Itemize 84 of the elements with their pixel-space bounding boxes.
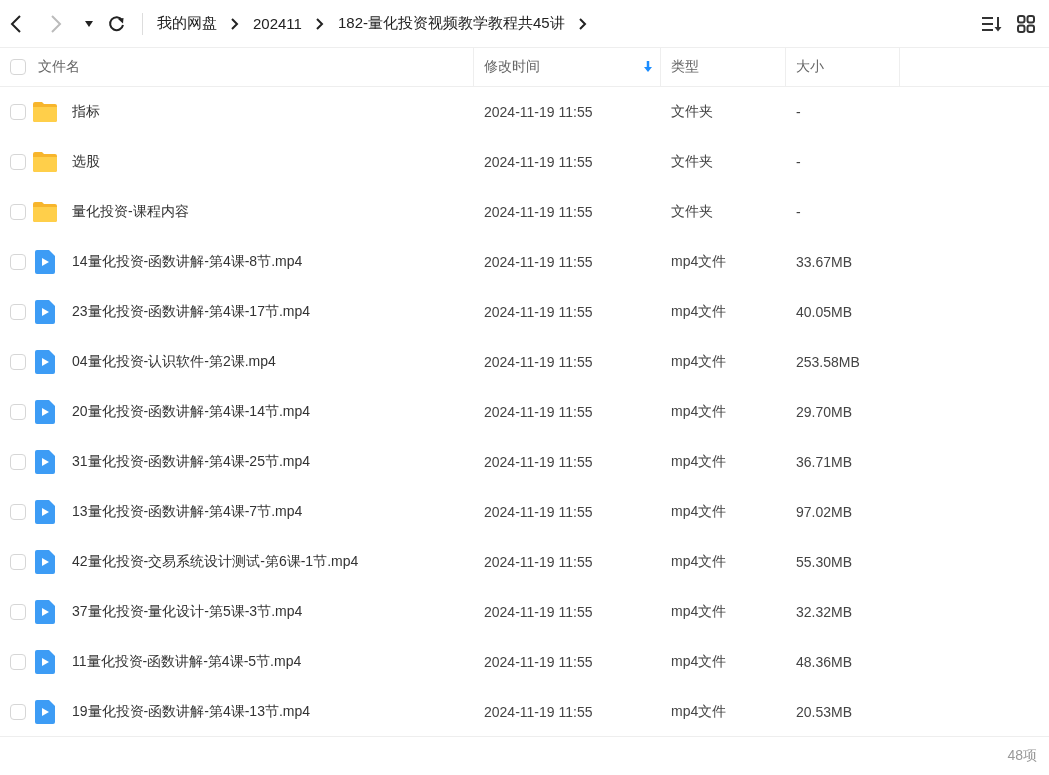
grid-view-icon[interactable] [1017,14,1035,33]
row-checkbox[interactable] [10,154,26,170]
file-size: 40.05MB [796,304,853,320]
row-checkbox[interactable] [10,304,26,320]
row-checkbox[interactable] [10,604,26,620]
file-type: mp4文件 [671,603,727,621]
file-name[interactable]: 指标 [72,103,100,121]
column-header[interactable]: 大小 [796,58,899,76]
column-header[interactable]: 修改时间 [484,58,652,76]
modified-date: 2024-11-19 11:55 [484,254,593,270]
chevron-right-icon [231,17,239,30]
file-size: 36.71MB [796,454,853,470]
row-checkbox[interactable] [10,404,26,420]
row-checkbox[interactable] [10,354,26,370]
file-size: 20.53MB [796,704,853,720]
row-checkbox[interactable] [10,704,26,720]
modified-date: 2024-11-19 11:55 [484,154,593,170]
modified-date: 2024-11-19 11:55 [484,204,593,220]
chevron-right-icon [315,17,324,30]
row-checkbox[interactable] [10,254,26,270]
file-size: 32.32MB [796,604,853,620]
file-type: mp4文件 [671,403,727,421]
file-size: 55.30MB [796,554,853,570]
file-name[interactable]: 选股 [72,153,100,171]
file-name[interactable]: 23量化投资-函数讲解-第4课-17节.mp4 [72,303,311,321]
modified-date: 2024-11-19 11:55 [484,604,593,620]
file-size: 33.67MB [796,254,853,270]
breadcrumb-item[interactable]: 182-量化投资视频教学教程共45讲 [337,14,565,33]
sort-icon[interactable] [981,14,1003,33]
modified-date: 2024-11-19 11:55 [484,104,593,120]
file-type: 文件夹 [671,103,713,121]
file-type: mp4文件 [671,303,727,321]
modified-date: 2024-11-19 11:55 [484,704,593,720]
file-size: 29.70MB [796,404,853,420]
modified-date: 2024-11-19 11:55 [484,554,593,570]
sort-down-arrow-icon [644,61,652,73]
file-size: - [796,104,801,120]
column-header[interactable]: 类型 [671,58,785,76]
modified-date: 2024-11-19 11:55 [484,404,593,420]
select-all-checkbox[interactable] [10,59,26,75]
modified-date: 2024-11-19 11:55 [484,454,593,470]
file-name[interactable]: 量化投资-课程内容 [72,203,189,221]
file-type: mp4文件 [671,553,727,571]
breadcrumb-item[interactable]: 202411 [253,15,302,32]
file-name[interactable]: 04量化投资-认识软件-第2课.mp4 [72,353,276,371]
row-checkbox[interactable] [10,104,26,120]
file-size: 48.36MB [796,654,853,670]
row-checkbox[interactable] [10,454,26,470]
file-size: 97.02MB [796,504,853,520]
file-type: mp4文件 [671,253,727,271]
file-name[interactable]: 13量化投资-函数讲解-第4课-7节.mp4 [72,503,303,521]
file-name[interactable]: 20量化投资-函数讲解-第4课-14节.mp4 [72,403,311,421]
file-name[interactable]: 42量化投资-交易系统设计测试-第6课-1节.mp4 [72,553,359,571]
file-type: 文件夹 [671,153,713,171]
file-name[interactable]: 37量化投资-量化设计-第5课-3节.mp4 [72,603,303,621]
row-checkbox[interactable] [10,504,26,520]
chevron-left-icon [10,14,22,33]
file-size: - [796,204,801,220]
file-type: mp4文件 [671,653,727,671]
file-name[interactable]: 11量化投资-函数讲解-第4课-5节.mp4 [72,653,302,671]
file-type: mp4文件 [671,703,727,721]
row-checkbox[interactable] [10,554,26,570]
row-checkbox[interactable] [10,204,26,220]
breadcrumb-item[interactable]: 我的网盘 [157,14,217,33]
file-name[interactable]: 31量化投资-函数讲解-第4课-25节.mp4 [72,453,311,471]
file-type: mp4文件 [671,503,727,521]
file-size: - [796,154,801,170]
file-type: 文件夹 [671,203,713,221]
file-size: 253.58MB [796,354,860,370]
refresh-icon[interactable] [108,14,126,33]
chevron-right-icon [578,17,587,30]
item-count: 48项 [1007,747,1037,765]
file-name[interactable]: 14量化投资-函数讲解-第4课-8节.mp4 [72,253,303,271]
row-checkbox[interactable] [10,654,26,670]
chevron-right-icon [50,14,62,33]
modified-date: 2024-11-19 11:55 [484,654,593,670]
modified-date: 2024-11-19 11:55 [484,354,593,370]
file-type: mp4文件 [671,453,727,471]
dropdown-caret-icon[interactable] [84,19,94,28]
file-type: mp4文件 [671,353,727,371]
file-name[interactable]: 19量化投资-函数讲解-第4课-13节.mp4 [72,703,311,721]
modified-date: 2024-11-19 11:55 [484,504,593,520]
modified-date: 2024-11-19 11:55 [484,304,593,320]
column-header[interactable]: 文件名 [38,58,473,76]
